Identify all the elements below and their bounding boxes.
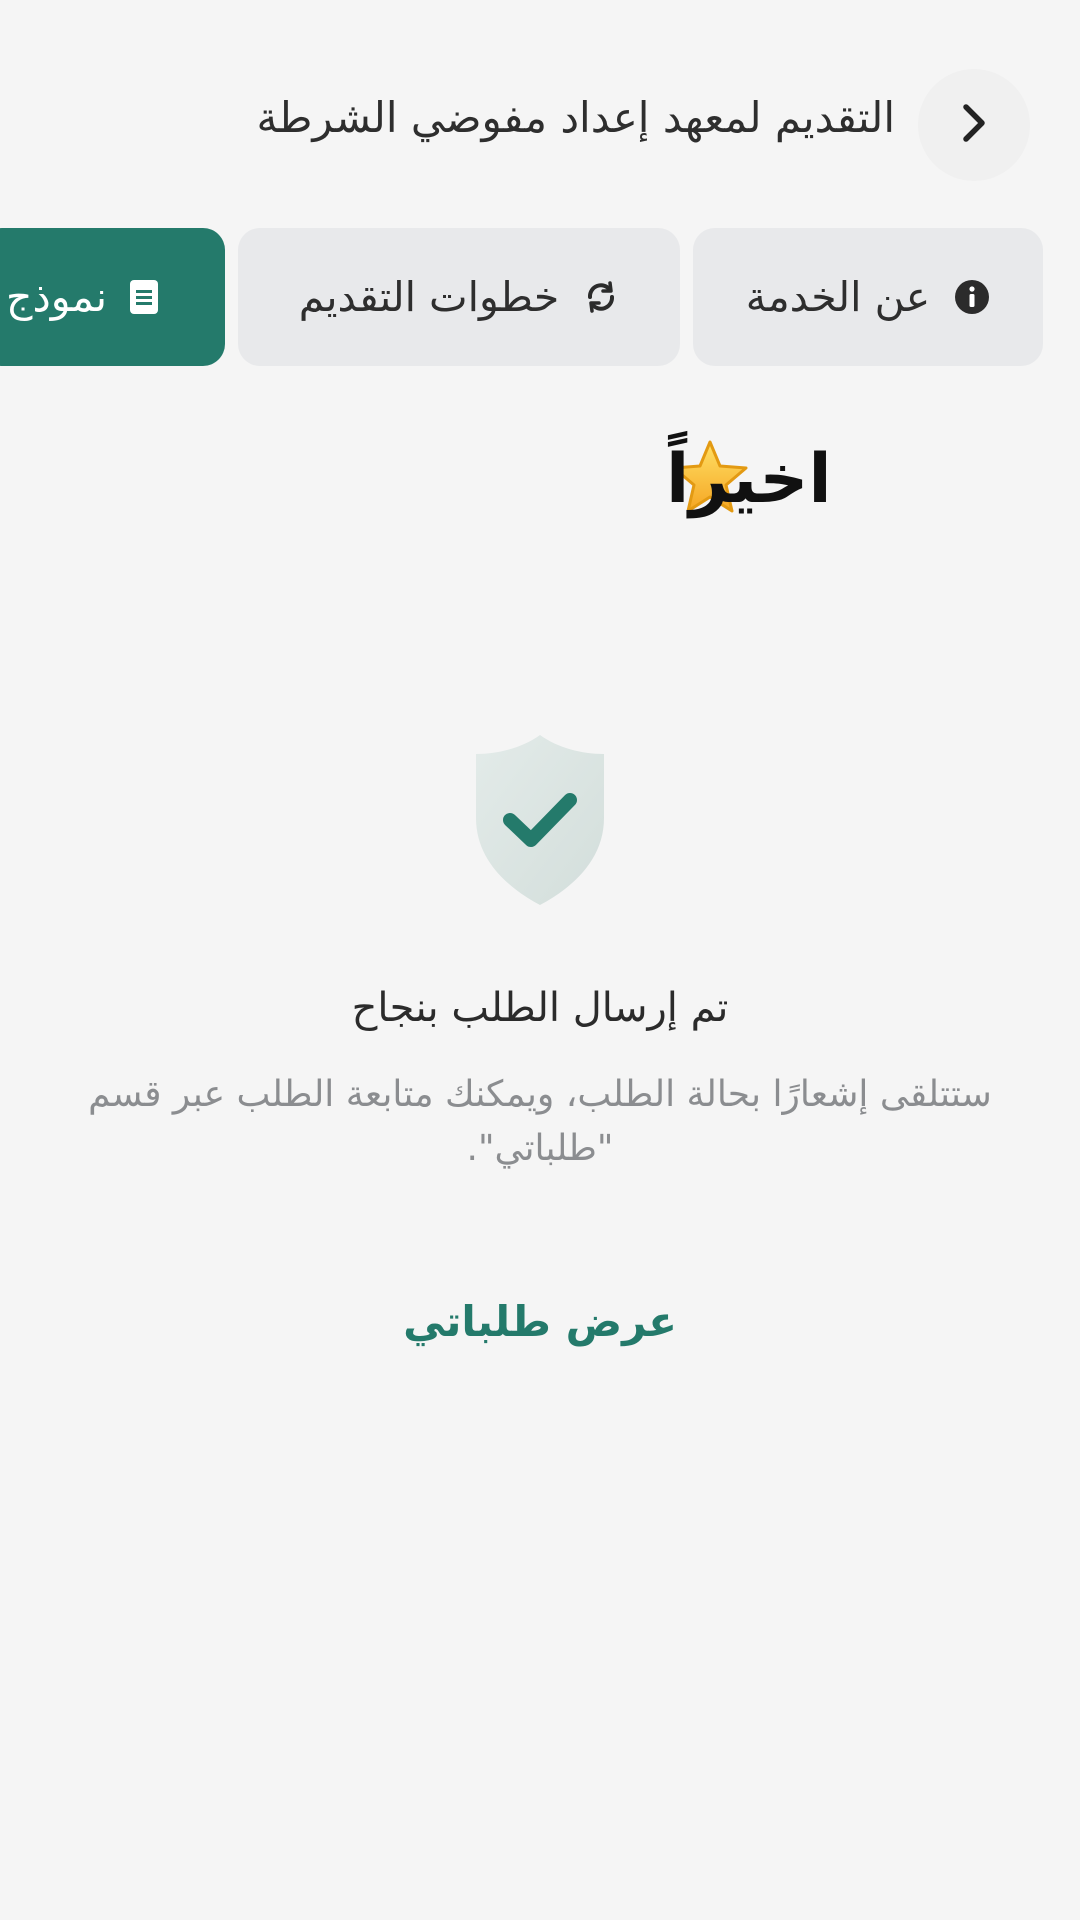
finally-heading: اخيراً [666, 440, 832, 519]
refresh-icon [583, 279, 619, 315]
back-button[interactable] [918, 69, 1030, 181]
success-title: تم إرسال الطلب بنجاح [351, 985, 729, 1031]
info-icon [954, 279, 990, 315]
tab-about-service[interactable]: عن الخدمة [693, 228, 1043, 366]
tab-application-steps[interactable]: خطوات التقديم [238, 228, 680, 366]
chevron-right-icon [957, 101, 991, 149]
success-description: ستتلقى إشعارًا بحالة الطلب، ويمكنك متابع… [88, 1074, 992, 1169]
tab-steps-label: خطوات التقديم [298, 273, 560, 321]
document-icon [129, 279, 159, 315]
view-my-requests-link[interactable]: عرض طلباتي [0, 1297, 1080, 1346]
page-title: التقديم لمعهد إعداد مفوضي الشرطة [256, 93, 895, 142]
tab-form[interactable]: نموذج [0, 228, 225, 366]
tab-form-label: نموذج [6, 273, 108, 321]
tab-about-label: عن الخدمة [745, 273, 931, 321]
shield-check-icon [468, 732, 612, 912]
